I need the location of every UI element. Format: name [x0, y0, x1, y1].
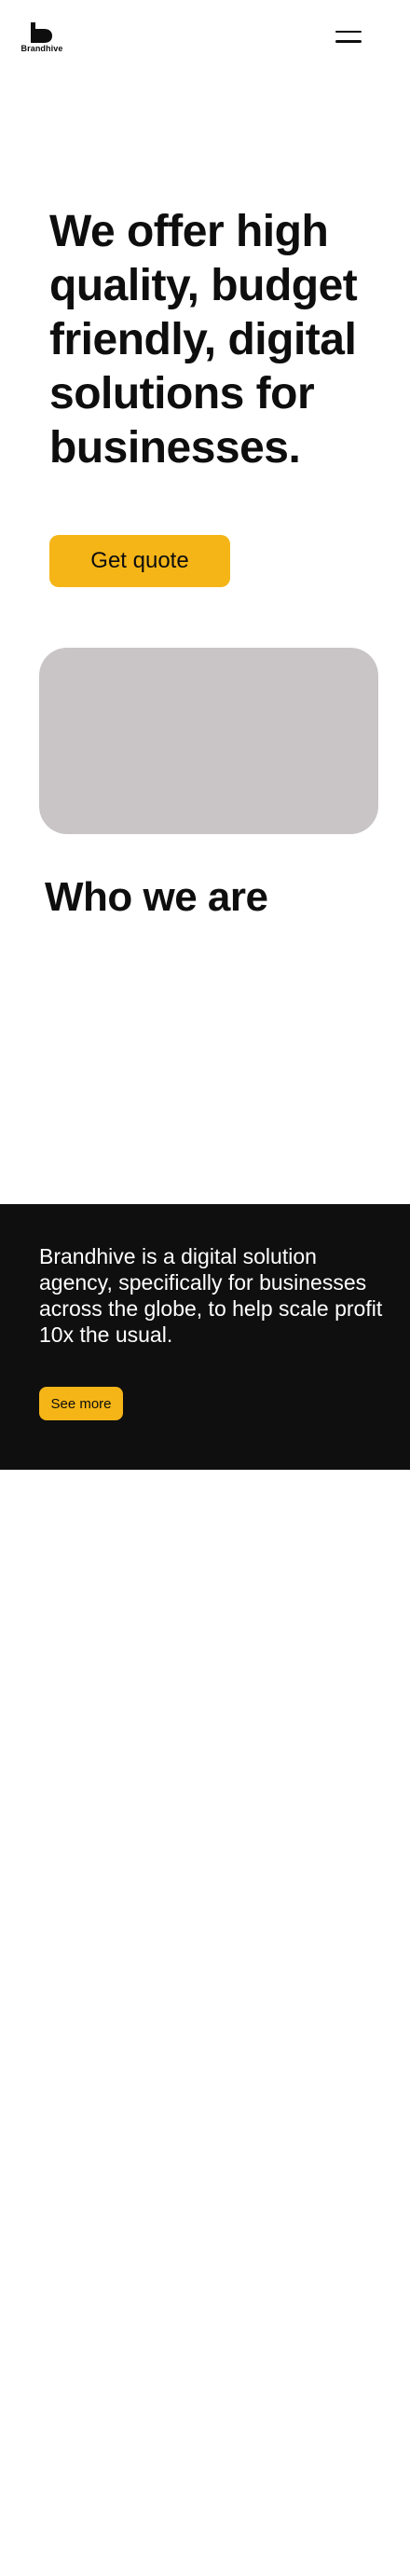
- about-text: Brandhive is a digital solution agency, …: [39, 1244, 383, 1347]
- get-quote-button[interactable]: Get quote: [49, 535, 230, 587]
- page: Brandhive We offer high quality, budget …: [0, 0, 410, 2576]
- hero-title: We offer high quality, budget friendly, …: [49, 207, 358, 473]
- hero-image-placeholder: [39, 648, 378, 834]
- about-section: Brandhive is a digital solution agency, …: [0, 1204, 410, 1470]
- brand-name: Brandhive: [20, 44, 63, 53]
- who-we-are-heading: Who we are: [45, 874, 268, 920]
- menu-line-icon: [335, 40, 362, 43]
- see-more-button[interactable]: See more: [39, 1387, 123, 1420]
- brandhive-logo-icon: [31, 22, 52, 43]
- hamburger-menu-button[interactable]: [333, 22, 364, 50]
- brand-logo[interactable]: Brandhive: [20, 22, 64, 54]
- menu-line-icon: [335, 30, 362, 33]
